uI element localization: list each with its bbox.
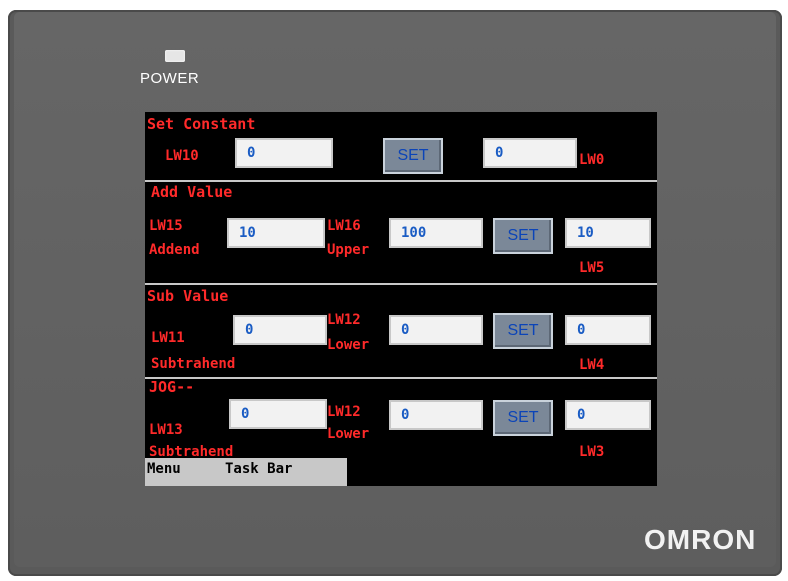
divider xyxy=(145,283,657,285)
label-lw12: LW12 xyxy=(327,312,361,328)
input-lw11-subtrahend[interactable]: 0 xyxy=(233,315,327,345)
set-button-jog[interactable]: SET xyxy=(493,400,553,436)
divider xyxy=(145,180,657,182)
section-title-jog: JOG-- xyxy=(149,378,195,396)
set-button-add[interactable]: SET xyxy=(493,218,553,254)
omron-logo: OMRON xyxy=(644,524,757,555)
input-lw12-lower[interactable]: 0 xyxy=(389,400,483,430)
label-lw10: LW10 xyxy=(165,148,199,164)
input-lw15-addend[interactable]: 10 xyxy=(227,218,325,248)
display-lw5: 10 xyxy=(565,218,651,248)
section-title-sub-value: Sub Value xyxy=(147,287,229,305)
label-lw13: LW13 xyxy=(149,422,183,438)
label-lower: Lower xyxy=(327,337,370,353)
input-lw16-upper[interactable]: 100 xyxy=(389,218,483,248)
label-lw11: LW11 xyxy=(151,330,185,346)
section-title-add-value: Add Value xyxy=(151,183,233,201)
label-lower: Lower xyxy=(327,426,370,442)
section-title-set-constant: Set Constant xyxy=(147,115,256,133)
label-subtrahend: Subtrahend xyxy=(151,356,236,372)
label-upper: Upper xyxy=(327,242,370,258)
set-button-sub[interactable]: SET xyxy=(493,313,553,349)
label-lw0: LW0 xyxy=(579,152,605,168)
display-lw4: 0 xyxy=(565,315,651,345)
input-lw12-lower[interactable]: 0 xyxy=(389,315,483,345)
label-lw5: LW5 xyxy=(579,260,605,276)
display-lw3: 0 xyxy=(565,400,651,430)
divider xyxy=(145,377,657,379)
input-lw13-subtrahend[interactable]: 0 xyxy=(229,399,327,429)
label-lw15: LW15 xyxy=(149,218,183,234)
label-lw16: LW16 xyxy=(327,218,361,234)
power-led-icon xyxy=(165,50,185,62)
menu-button[interactable]: Menu xyxy=(147,461,181,477)
label-lw4: LW4 xyxy=(579,357,605,373)
label-lw12: LW12 xyxy=(327,404,361,420)
task-bar-button[interactable]: Task Bar xyxy=(225,461,292,477)
label-lw3: LW3 xyxy=(579,444,605,460)
display-lw0: 0 xyxy=(483,138,577,168)
label-addend: Addend xyxy=(149,242,200,258)
power-label: POWER xyxy=(140,70,200,87)
input-lw10[interactable]: 0 xyxy=(235,138,333,168)
taskbar[interactable]: Menu Task Bar xyxy=(145,458,347,486)
hmi-screen: Set Constant LW10 0 SET 0 LW0 Add Value … xyxy=(145,112,657,486)
set-button-constant[interactable]: SET xyxy=(383,138,443,174)
